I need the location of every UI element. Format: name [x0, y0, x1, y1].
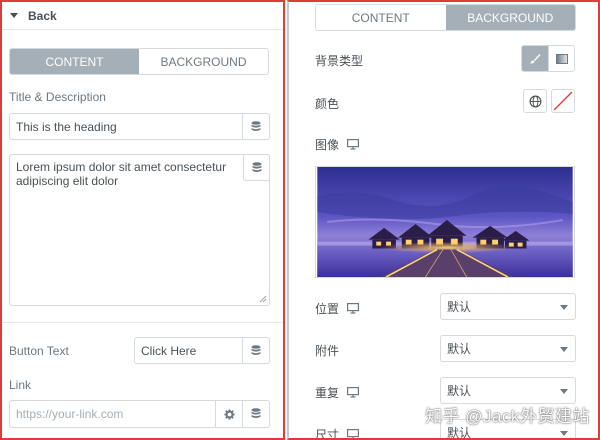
chevron-down-icon: [560, 305, 568, 310]
repeat-select[interactable]: 默认: [440, 377, 576, 404]
chevron-down-icon: [560, 431, 568, 436]
image-label: 图像: [315, 136, 360, 153]
desktop-icon[interactable]: [347, 429, 360, 440]
button-text-value: Click Here: [141, 343, 197, 358]
background-image-preview[interactable]: [315, 166, 575, 278]
image-text: 图像: [315, 138, 340, 152]
tab-background[interactable]: BACKGROUND: [445, 5, 575, 30]
position-value: 默认: [447, 300, 472, 314]
description-textarea[interactable]: Lorem ipsum dolor sit amet consectetur a…: [9, 154, 270, 306]
globe-icon: [529, 95, 541, 107]
tab-content[interactable]: CONTENT: [10, 49, 139, 74]
content-background-tabs: CONTENT BACKGROUND: [315, 4, 576, 31]
section-header-back[interactable]: Back: [2, 2, 283, 30]
button-text-input[interactable]: Click Here: [134, 337, 270, 364]
description-value: Lorem ipsum dolor sit amet consectetur a…: [16, 160, 227, 188]
attachment-text: 附件: [315, 344, 340, 358]
background-type-choices: [521, 45, 575, 72]
caret-down-icon: [10, 13, 18, 18]
watermark-text: 知乎 @Jack外贸建站: [425, 407, 590, 426]
color-text: 颜色: [315, 97, 340, 111]
color-label: 颜色: [315, 95, 339, 112]
chevron-down-icon: [560, 389, 568, 394]
background-type-label: 背景类型: [315, 52, 363, 69]
repeat-label: 重复: [315, 384, 360, 401]
global-colors-button[interactable]: [523, 89, 547, 113]
position-label: 位置: [315, 300, 360, 317]
link-input[interactable]: https://your-link.com: [9, 400, 270, 428]
heading-input[interactable]: This is the heading: [9, 113, 270, 140]
background-type-text: 背景类型: [315, 54, 364, 68]
attachment-select[interactable]: 默认: [440, 335, 576, 362]
attachment-label: 附件: [315, 342, 339, 359]
classic-brush-button[interactable]: [522, 46, 548, 71]
button-text-label: Button Text: [9, 344, 69, 358]
size-text: 尺寸: [315, 428, 340, 440]
database-icon: [252, 161, 261, 172]
repeat-text: 重复: [315, 386, 340, 400]
chevron-down-icon: [560, 347, 568, 352]
position-text: 位置: [315, 302, 340, 316]
link-placeholder: https://your-link.com: [16, 407, 124, 421]
heading-value: This is the heading: [16, 119, 117, 134]
dynamic-tags-button[interactable]: [242, 401, 269, 427]
gradient-button[interactable]: [548, 46, 574, 71]
resize-handle-icon[interactable]: [259, 295, 267, 303]
title-description-label: Title & Description: [9, 90, 106, 104]
database-icon: [251, 408, 261, 418]
left-panel: Back CONTENT BACKGROUND Title & Descript…: [0, 0, 285, 440]
link-settings-button[interactable]: [215, 401, 242, 427]
color-picker-swatch[interactable]: [551, 89, 575, 113]
repeat-value: 默认: [447, 384, 472, 398]
divider: [2, 322, 283, 323]
no-color-icon: [553, 91, 573, 111]
attachment-value: 默认: [447, 342, 472, 356]
tab-content[interactable]: CONTENT: [316, 5, 446, 30]
dynamic-tags-button[interactable]: [243, 154, 270, 181]
desktop-icon[interactable]: [347, 303, 360, 314]
section-title: Back: [28, 8, 57, 23]
brush-icon: [530, 53, 541, 64]
gear-icon: [223, 408, 235, 420]
content-background-tabs: CONTENT BACKGROUND: [9, 48, 269, 75]
position-select[interactable]: 默认: [440, 293, 576, 320]
dynamic-tags-button[interactable]: [242, 114, 269, 139]
database-icon: [251, 344, 261, 355]
tab-background[interactable]: BACKGROUND: [139, 49, 268, 74]
color-controls: [523, 89, 575, 113]
link-label: Link: [9, 378, 32, 392]
dynamic-tags-button[interactable]: [242, 338, 269, 363]
desktop-icon[interactable]: [347, 139, 360, 150]
desktop-icon[interactable]: [347, 387, 360, 398]
database-icon: [251, 120, 261, 131]
size-label: 尺寸: [315, 426, 360, 440]
gradient-icon: [555, 53, 568, 64]
right-panel: CONTENT BACKGROUND 背景类型 颜色 图像 位置 默认 附件 默…: [287, 0, 600, 440]
